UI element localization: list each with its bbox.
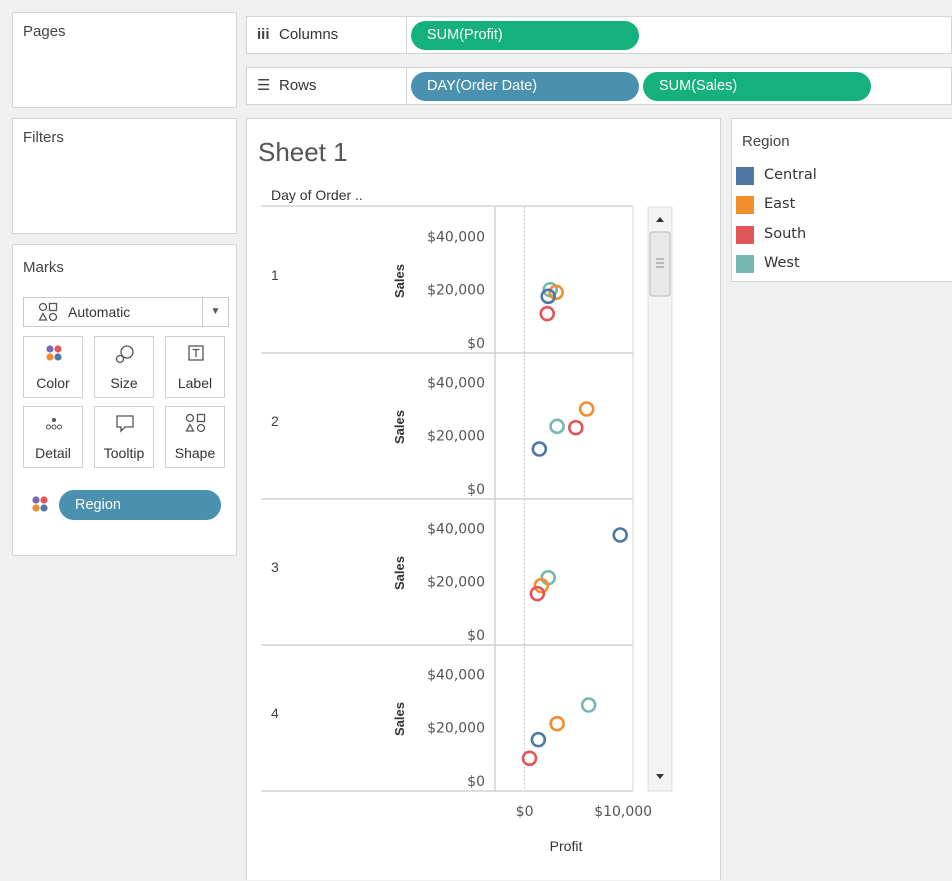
legend-item-label: East — [764, 196, 796, 212]
y-tick-label: $20,000 — [427, 721, 485, 737]
mark-type-label: Automatic — [68, 304, 131, 320]
sum-profit-pill[interactable]: SUM(Profit) — [411, 21, 639, 50]
y-tick-label: $0 — [467, 774, 485, 790]
sheet-view: Sheet 1 Day of Order .. 1 Sales $0 $20,000 $… — [246, 118, 721, 880]
columns-shelf[interactable]: iii Columns SUM(Profit) — [246, 16, 952, 54]
day-order-date-pill[interactable]: DAY(Order Date) — [411, 72, 639, 101]
y-tick-label: $40,000 — [427, 521, 485, 537]
label-icon — [188, 345, 204, 361]
y-axis-title: Sales — [392, 556, 407, 590]
y-tick-label: $20,000 — [427, 575, 485, 591]
legend-item-label: South — [764, 226, 807, 242]
data-point-central — [530, 731, 547, 748]
west-swatch — [736, 255, 754, 273]
x-tick-label: $10,000 — [594, 804, 652, 820]
y-tick-label: $40,000 — [427, 229, 485, 245]
shape-button[interactable]: Shape — [165, 406, 225, 468]
region-color-pill[interactable]: Region — [59, 490, 221, 520]
columns-icon: iii — [257, 26, 270, 43]
mark-type-dropdown[interactable]: Automatic ▼ — [23, 297, 229, 327]
tooltip-icon — [116, 415, 134, 433]
y-tick-label: $0 — [467, 336, 485, 352]
scrollbar-thumb — [649, 231, 671, 297]
color-icon — [46, 345, 62, 361]
rows-shelf-label: ☰ Rows — [247, 68, 407, 104]
tooltip-label: Tooltip — [103, 445, 145, 461]
label-label: Label — [177, 375, 213, 391]
row-label: 3 — [271, 559, 279, 575]
data-point-east — [578, 401, 595, 417]
x-tick-label: $0 — [516, 804, 534, 820]
data-point-central — [531, 441, 548, 457]
marks-card: Marks Automatic ▼ Color Size Label Detai… — [12, 244, 237, 556]
rows-shelf[interactable]: ☰ Rows DAY(Order Date) SUM(Sales) — [246, 67, 952, 105]
rows-icon: ☰ — [257, 77, 271, 94]
scatter-chart: 1 Sales $0 $20,000 $40,000 2 Sales $0 $20,000 $40… — [261, 205, 673, 854]
size-icon — [115, 345, 134, 364]
color-field-icon — [32, 496, 48, 512]
shape-icon — [185, 413, 206, 433]
y-tick-label: $0 — [467, 482, 485, 498]
size-label: Size — [110, 375, 138, 391]
color-button[interactable]: Color — [23, 336, 83, 398]
data-point-west — [549, 418, 565, 435]
marks-title: Marks — [23, 259, 64, 276]
data-point-east — [549, 715, 565, 732]
sum-sales-pill[interactable]: SUM(Sales) — [643, 72, 871, 101]
label-button[interactable]: Label — [165, 336, 225, 398]
data-point-south — [539, 305, 556, 322]
y-tick-label: $0 — [467, 628, 485, 644]
columns-shelf-label: iii Columns — [247, 17, 407, 53]
automatic-icon — [38, 302, 58, 322]
south-swatch — [736, 226, 754, 244]
y-tick-label: $40,000 — [427, 375, 485, 391]
y-tick-label: $20,000 — [427, 429, 485, 445]
columns-label: Columns — [279, 26, 339, 43]
row-label: 1 — [271, 267, 279, 283]
central-swatch — [736, 167, 754, 185]
legend-item-label: Central — [764, 167, 817, 183]
pages-title: Pages — [23, 23, 66, 40]
filters-shelf[interactable]: Filters — [12, 118, 237, 234]
chevron-down-icon[interactable]: ▼ — [202, 298, 228, 326]
tooltip-button[interactable]: Tooltip — [94, 406, 154, 468]
y-axis-title: Sales — [392, 702, 407, 736]
y-axis-title: Sales — [392, 410, 407, 444]
detail-button[interactable]: Detail — [23, 406, 83, 468]
detail-icon — [46, 418, 62, 430]
data-point-south — [568, 419, 584, 436]
size-button[interactable]: Size — [94, 336, 154, 398]
y-tick-label: $40,000 — [427, 667, 485, 683]
data-point-west — [580, 697, 597, 713]
legend-item-label: West — [764, 255, 800, 271]
detail-label: Detail — [35, 445, 71, 461]
color-label: Color — [36, 375, 70, 391]
data-point-south — [521, 750, 538, 767]
filters-title: Filters — [23, 129, 64, 146]
x-axis-title: Profit — [550, 838, 583, 854]
data-point-central — [612, 527, 628, 543]
row-label: 4 — [271, 705, 279, 721]
y-axis-title: Sales — [392, 264, 407, 298]
shape-label: Shape — [174, 445, 216, 461]
row-label: 2 — [271, 413, 279, 429]
pages-shelf[interactable]: Pages — [12, 12, 237, 108]
east-swatch — [736, 196, 754, 214]
region-legend: Region Central East South West — [731, 118, 952, 282]
rows-label: Rows — [279, 77, 317, 94]
legend-title: Region — [742, 133, 790, 150]
y-tick-label: $20,000 — [427, 283, 485, 299]
